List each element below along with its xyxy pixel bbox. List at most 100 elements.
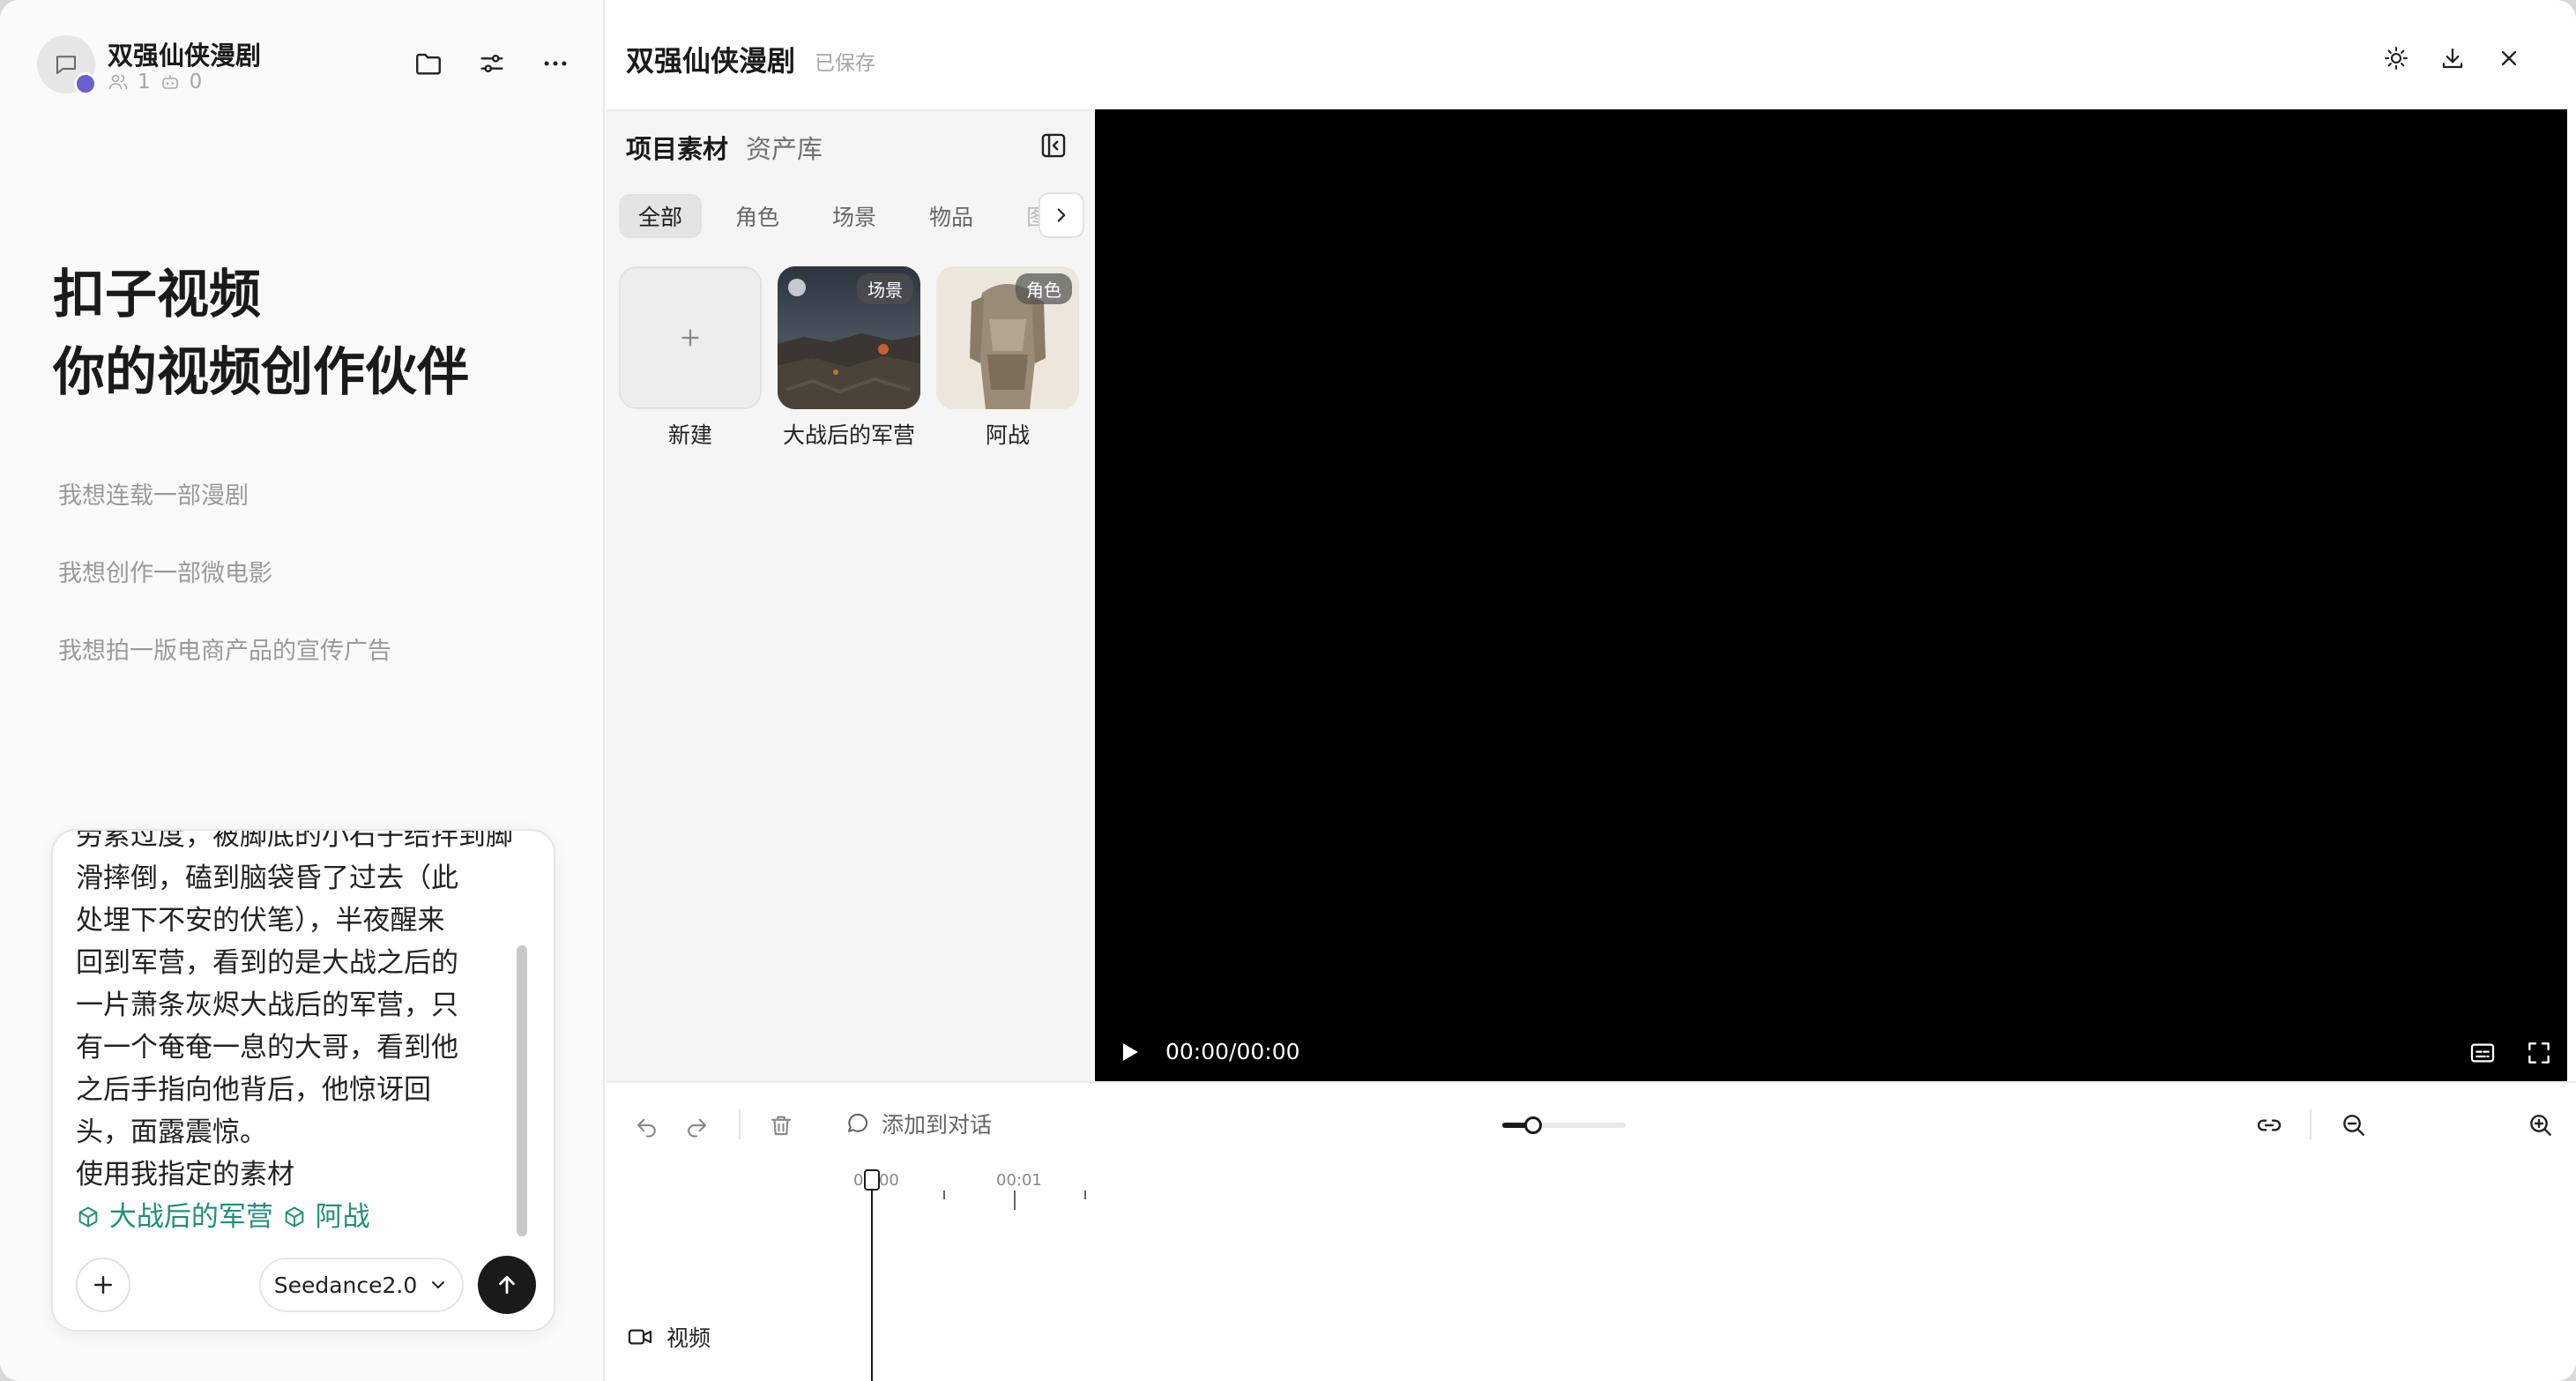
chat-sidebar: 双强仙侠漫剧 1 0 扣子视频 你的视频创作伙伴 我想连载一部漫剧 我想创作一部…	[0, 0, 605, 1381]
play-icon	[1122, 1043, 1138, 1061]
project-title[interactable]: 双强仙侠漫剧	[626, 39, 795, 79]
asset-refs: 大战后的军营 阿战	[76, 1196, 517, 1238]
filter-scenes[interactable]: 场景	[813, 194, 896, 238]
more-icon	[544, 61, 567, 66]
playhead-handle[interactable]	[864, 1169, 880, 1191]
composer-scrollbar[interactable]	[517, 945, 527, 1236]
folder-icon	[416, 53, 441, 75]
tab-project-assets[interactable]: 项目素材	[626, 129, 728, 166]
toolbar-divider	[2310, 1109, 2312, 1139]
new-asset-tile[interactable]	[619, 266, 762, 409]
playback-time: 00:00/00:00	[1165, 1039, 1300, 1064]
theme-toggle-button[interactable]	[2379, 41, 2414, 76]
add-attachment-button[interactable]	[76, 1258, 130, 1312]
play-button[interactable]	[1114, 1037, 1144, 1071]
assets-tabs: 项目素材 资产库	[626, 129, 823, 166]
cube-icon	[78, 1206, 98, 1228]
assets-panel: 项目素材 资产库 全部 角色 场景 物品 图片 新建	[607, 109, 1095, 1081]
chat-icon	[56, 56, 76, 74]
composer-line: 之后手指向他背后，他惊讶回	[76, 1074, 431, 1106]
members-count: 1	[138, 71, 151, 93]
composer-line: 回到军营，看到的是大战之后的	[76, 947, 458, 979]
members-icon	[108, 74, 128, 90]
timeline-panel: 添加到对话 00:00 00:01 视频	[607, 1081, 2576, 1381]
asset-thumbnail-character: 角色	[936, 266, 1079, 409]
add-to-chat-button[interactable]: 添加到对话	[845, 1108, 992, 1139]
asset-ref-chip[interactable]: 大战后的军营	[76, 1201, 273, 1233]
suggestion-item[interactable]: 我想连载一部漫剧	[58, 476, 249, 511]
folder-button[interactable]	[411, 46, 446, 81]
asset-type-badge: 场景	[857, 273, 913, 304]
hero-line-2: 你的视频创作伙伴	[53, 341, 470, 402]
composer-line: 头，面露震惊。	[76, 1116, 267, 1148]
video-camera-icon	[628, 1329, 652, 1345]
redo-icon	[688, 1118, 707, 1138]
add-to-chat-label: 添加到对话	[882, 1112, 993, 1138]
link-icon	[2257, 1119, 2282, 1131]
zoom-in-button[interactable]	[2523, 1108, 2558, 1143]
fullscreen-button[interactable]	[2521, 1035, 2557, 1071]
composer-line: 一片萧条灰烬大战后的军营，只	[76, 989, 458, 1021]
settings-button[interactable]	[474, 46, 510, 81]
message-composer[interactable]: 劳累过度，被脚底的小石子给拌到脚 滑摔倒，磕到脑袋昏了过去（此 处埋下不安的伏笔…	[51, 829, 555, 1332]
suggestion-item[interactable]: 我想创作一部微电影	[58, 554, 272, 588]
playhead-line	[871, 1169, 873, 1381]
suggestion-item[interactable]: 我想拍一版电商产品的宣传广告	[58, 631, 391, 666]
plus-icon	[681, 329, 699, 347]
chevron-down-icon	[432, 1281, 445, 1288]
filter-chips: 全部 角色 场景 物品 图片	[619, 194, 1070, 240]
asset-card-label: 新建	[667, 422, 712, 448]
zoom-slider-handle[interactable]	[1524, 1116, 1542, 1134]
filter-items[interactable]: 物品	[910, 194, 993, 238]
plus-icon	[94, 1276, 112, 1294]
more-button[interactable]	[538, 46, 573, 81]
composer-line: 处埋下不安的伏笔），半夜醒来	[76, 905, 445, 937]
sidebar-collapse-icon	[1041, 133, 1066, 158]
zoom-slider[interactable]	[1502, 1116, 1626, 1134]
asset-card[interactable]: 角色 阿战	[936, 266, 1079, 450]
app-window: 双强仙侠漫剧 1 0 扣子视频 你的视频创作伙伴 我想连载一部漫剧 我想创作一部…	[0, 0, 2576, 1381]
model-selector[interactable]: Seedance2.0	[259, 1258, 464, 1312]
project-avatar[interactable]	[37, 35, 97, 95]
message-icon	[847, 1113, 868, 1132]
user-avatar-badge	[74, 72, 97, 95]
filter-characters[interactable]: 角色	[716, 194, 799, 238]
composer-line: 劳累过度，被脚底的小石子给拌到脚	[76, 831, 513, 852]
link-button[interactable]	[2252, 1108, 2287, 1143]
arrow-up-icon	[499, 1275, 515, 1295]
collapse-panel-button[interactable]	[1039, 131, 1068, 160]
zoom-out-button[interactable]	[2336, 1108, 2371, 1143]
chevron-right-icon	[1057, 208, 1066, 222]
send-button[interactable]	[478, 1256, 536, 1314]
subtitles-icon	[2470, 1043, 2495, 1063]
ruler-label: 00:01	[996, 1171, 1042, 1190]
redo-button[interactable]	[679, 1108, 714, 1143]
asset-ref-chip[interactable]: 阿战	[282, 1201, 370, 1233]
ruler-tick	[1014, 1191, 1016, 1210]
ruler-tick	[943, 1191, 945, 1199]
subtitles-button[interactable]	[2465, 1035, 2500, 1071]
undo-button[interactable]	[629, 1108, 665, 1143]
tab-asset-library[interactable]: 资产库	[746, 129, 823, 166]
close-button[interactable]	[2491, 41, 2527, 76]
composer-line: 有一个奄奄一息的大哥，看到他	[76, 1032, 458, 1064]
bot-icon	[161, 75, 178, 89]
asset-ref-label: 大战后的军营	[108, 1201, 273, 1233]
toolbar-divider	[739, 1109, 741, 1139]
sliders-icon	[480, 55, 503, 72]
download-button[interactable]	[2435, 41, 2470, 76]
asset-type-badge: 角色	[1016, 273, 1072, 304]
sun-icon	[2385, 47, 2408, 70]
zoom-in-icon	[2530, 1115, 2551, 1136]
asset-card-label: 阿战	[985, 422, 1030, 448]
composer-textarea[interactable]: 劳累过度，被脚底的小石子给拌到脚 滑摔倒，磕到脑袋昏了过去（此 处埋下不安的伏笔…	[76, 831, 527, 1245]
asset-thumbnail-battlefield: 场景	[778, 266, 920, 409]
delete-button[interactable]	[763, 1108, 799, 1143]
asset-card-new[interactable]: 新建	[619, 266, 762, 450]
track-name: 视频	[666, 1325, 711, 1351]
filters-next-button[interactable]	[1039, 192, 1084, 238]
asset-card[interactable]: 场景 大战后的军营	[778, 266, 920, 450]
video-preview[interactable]: 00:00/00:00	[1095, 109, 2567, 1081]
filter-all[interactable]: 全部	[619, 194, 703, 238]
cube-icon	[285, 1206, 304, 1228]
